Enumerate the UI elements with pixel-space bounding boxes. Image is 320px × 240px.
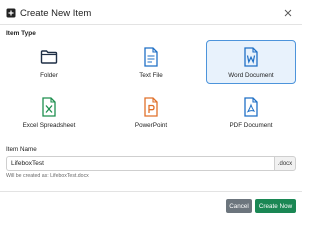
plus-square-icon bbox=[6, 8, 16, 18]
dialog-header: Create New Item bbox=[6, 6, 296, 20]
header-divider bbox=[0, 24, 302, 25]
item-type-excel-spreadsheet[interactable]: Excel Spreadsheet bbox=[6, 90, 92, 134]
item-name-label: Item Name bbox=[6, 146, 37, 153]
dialog-title: Create New Item bbox=[20, 7, 92, 19]
item-type-excel-spreadsheet-label: Excel Spreadsheet bbox=[22, 122, 76, 129]
create-now-button[interactable]: Create Now bbox=[255, 199, 296, 213]
item-type-pdf-document-label: PDF Document bbox=[229, 122, 273, 129]
item-type-folder-label: Folder bbox=[40, 72, 58, 79]
folder-icon bbox=[39, 47, 59, 67]
create-item-dialog: Create New Item Item Type Folder Text Fi… bbox=[0, 0, 302, 218]
pdf-document-icon bbox=[241, 97, 261, 117]
excel-spreadsheet-icon bbox=[39, 97, 59, 117]
item-name-group: .docx bbox=[6, 156, 296, 171]
powerpoint-icon bbox=[141, 97, 161, 117]
item-type-powerpoint-label: PowerPoint bbox=[134, 122, 168, 129]
item-type-text-file-label: Text File bbox=[139, 72, 163, 79]
item-type-folder[interactable]: Folder bbox=[6, 40, 92, 84]
item-type-word-document[interactable]: Word Document bbox=[206, 40, 296, 84]
item-type-label: Item Type bbox=[6, 30, 36, 37]
item-type-powerpoint[interactable]: PowerPoint bbox=[108, 90, 194, 134]
word-document-icon bbox=[241, 47, 261, 67]
item-type-grid: Folder Text File Word Document Excel Spr… bbox=[6, 39, 296, 134]
close-icon[interactable] bbox=[282, 7, 294, 19]
item-type-pdf-document[interactable]: PDF Document bbox=[206, 90, 296, 134]
item-type-text-file[interactable]: Text File bbox=[108, 40, 194, 84]
item-name-hint: Will be created as: LifeboxTest.docx bbox=[6, 173, 89, 179]
item-type-word-document-label: Word Document bbox=[228, 72, 274, 79]
item-name-input[interactable] bbox=[6, 156, 274, 171]
extension-addon: .docx bbox=[274, 156, 296, 171]
footer-divider bbox=[0, 191, 302, 192]
cancel-button[interactable]: Cancel bbox=[226, 199, 252, 213]
text-file-icon bbox=[141, 47, 161, 67]
